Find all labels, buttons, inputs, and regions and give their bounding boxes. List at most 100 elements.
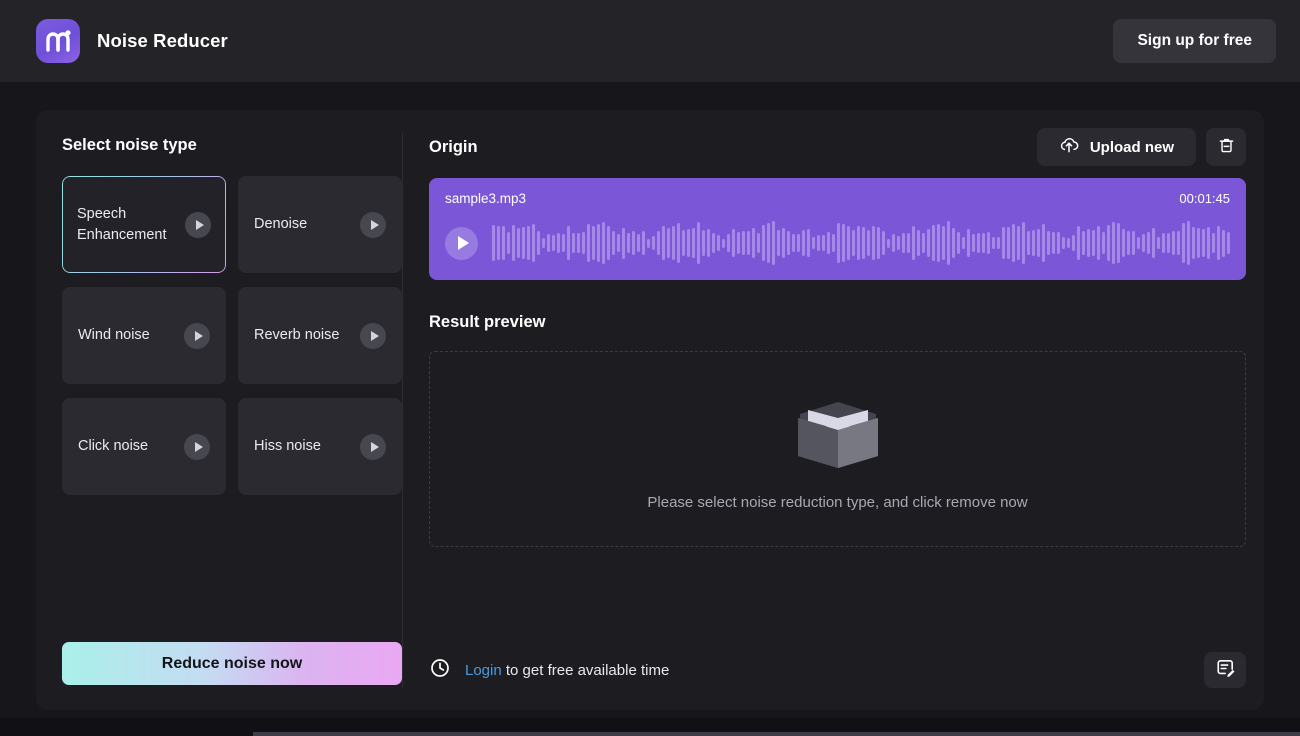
noise-type-card[interactable]: Wind noise (62, 287, 226, 384)
noise-type-card[interactable]: Reverb noise (238, 287, 402, 384)
app-header: Noise Reducer Sign up for free (0, 0, 1300, 82)
waveform-bar (717, 234, 720, 252)
waveform-bar (502, 226, 505, 260)
noise-type-card[interactable]: Denoise (238, 176, 402, 273)
noise-type-card[interactable]: Click noise (62, 398, 226, 495)
waveform-bar (702, 230, 705, 256)
waveform-bar (617, 234, 620, 252)
noise-type-label: Reverb noise (254, 327, 340, 343)
waveform-bar (927, 229, 930, 257)
waveform-bar (1067, 238, 1070, 248)
waveform-bar (597, 224, 600, 262)
waveform-bar (747, 231, 750, 255)
player-header: sample3.mp3 00:01:45 (445, 191, 1230, 206)
audio-play-button[interactable] (445, 226, 478, 260)
noise-sample-play-button[interactable] (360, 322, 386, 349)
waveform-bar (662, 226, 665, 260)
waveform-bar (642, 231, 645, 255)
waveform-bar (802, 229, 805, 257)
waveform-bar (1062, 237, 1065, 249)
noise-sample-play-button[interactable] (360, 433, 386, 460)
waveform-bar (957, 232, 960, 254)
origin-audio-player[interactable]: sample3.mp3 00:01:45 (429, 178, 1246, 280)
waveform-bar (822, 235, 825, 251)
app-root: Noise Reducer Sign up for free Select no… (0, 0, 1300, 736)
waveform-bar (727, 234, 730, 252)
waveform-bar (752, 227, 755, 259)
play-icon (458, 236, 469, 250)
delete-button[interactable] (1206, 128, 1246, 166)
feedback-button[interactable] (1204, 652, 1246, 688)
waveform-bar (827, 231, 830, 255)
waveform-bar (542, 237, 545, 249)
noise-type-card[interactable]: Hiss noise (238, 398, 402, 495)
waveform-bar (1057, 232, 1060, 254)
waveform-bar (622, 227, 625, 259)
waveform-bar (527, 225, 530, 261)
waveform-bar (1217, 226, 1220, 260)
waveform-bar (567, 226, 570, 260)
waveform-bar (562, 234, 565, 252)
waveform-bar (912, 225, 915, 261)
login-link[interactable]: Login (465, 662, 502, 679)
waveform-bar (892, 233, 895, 253)
waveform-bar (797, 233, 800, 253)
trash-icon (1217, 136, 1236, 158)
waveform-bar (1122, 229, 1125, 257)
login-hint-text: Login to get free available time (465, 662, 669, 679)
waveform-bar (647, 238, 650, 248)
waveform-bar (782, 227, 785, 259)
empty-box-icon (797, 401, 878, 468)
waveform-bar (1032, 229, 1035, 257)
noise-type-label: Hiss noise (254, 438, 321, 454)
noise-type-grid: Speech Enhancement Denoise Wind noise Rever… (62, 176, 402, 495)
brand: Noise Reducer (36, 19, 228, 63)
waveform-bar (1162, 233, 1165, 253)
waveform-bar (1042, 224, 1045, 262)
waveform-bar (992, 236, 995, 250)
waveform-bar (682, 230, 685, 256)
noise-type-panel: Select noise type Speech Enhancement Deno… (36, 110, 402, 710)
waveform-bar (632, 231, 635, 255)
waveform-bar (607, 225, 610, 261)
noise-sample-play-button[interactable] (360, 211, 386, 238)
upload-new-label: Upload new (1089, 138, 1174, 156)
waveform-bar (1197, 228, 1200, 258)
waveform-bar (1017, 226, 1020, 260)
waveform-bar (1127, 231, 1130, 255)
waveform-bar (742, 231, 745, 255)
waveform-bar (757, 233, 760, 253)
waveform-bar (492, 224, 495, 262)
result-preview-title: Result preview (429, 313, 546, 331)
waveform-bar (1167, 233, 1170, 253)
waveform-bar (982, 232, 985, 254)
waveform-bar (1172, 230, 1175, 256)
waveform-bar (1037, 228, 1040, 258)
waveform-bar (707, 229, 710, 257)
noise-sample-play-button[interactable] (184, 322, 210, 349)
waveform-bar (677, 223, 680, 263)
noise-sample-play-button[interactable] (185, 211, 211, 238)
feedback-icon (1215, 658, 1236, 682)
noise-type-card[interactable]: Speech Enhancement (62, 176, 226, 273)
waveform-bar (1137, 237, 1140, 249)
waveform-bar (807, 229, 810, 257)
waveform-bar (1212, 232, 1215, 254)
waveform-bar (537, 231, 540, 255)
horizontal-scrollbar[interactable] (253, 732, 1300, 736)
waveform-bar (942, 226, 945, 260)
upload-new-button[interactable]: Upload new (1036, 128, 1196, 166)
waveform-bar (967, 229, 970, 257)
waveform-bar (692, 227, 695, 259)
waveform-bar (547, 234, 550, 252)
noise-sample-play-button[interactable] (184, 433, 210, 460)
audio-waveform[interactable] (492, 216, 1230, 270)
waveform-bar (697, 221, 700, 265)
waveform-bar (847, 225, 850, 261)
reduce-noise-button[interactable]: Reduce noise now (62, 642, 402, 685)
waveform-bar (512, 224, 515, 262)
waveform-bar (722, 238, 725, 248)
waveform-bar (1002, 227, 1005, 259)
signup-button[interactable]: Sign up for free (1113, 19, 1276, 63)
waveform-bar (972, 233, 975, 253)
